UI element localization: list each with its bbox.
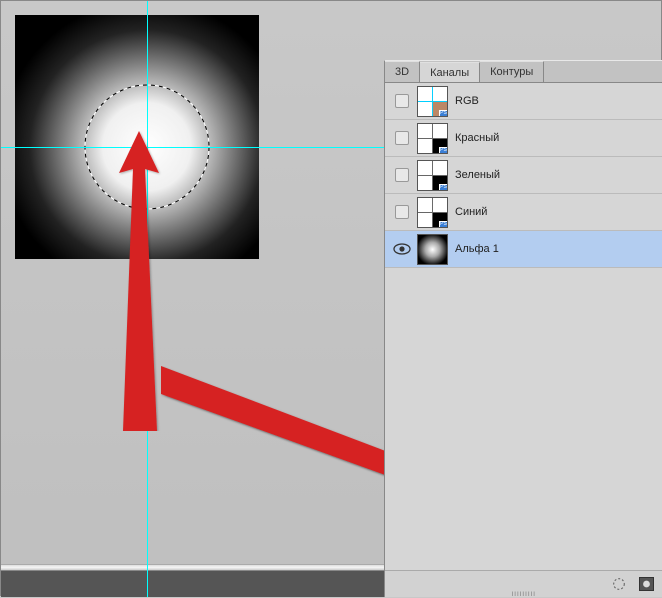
channel-label: RGB: [455, 95, 479, 107]
visibility-toggle[interactable]: [395, 168, 409, 182]
channels-panel: 3D Каналы Контуры PS RGB: [384, 60, 662, 597]
tab-3d[interactable]: 3D: [385, 61, 420, 82]
channel-row-green[interactable]: PS Зеленый: [385, 157, 662, 194]
channel-thumbnail: [417, 234, 448, 265]
channel-thumbnail: PS: [417, 123, 448, 154]
channel-thumbnail: PS: [417, 160, 448, 191]
document-canvas[interactable]: [15, 15, 259, 259]
channel-row-rgb[interactable]: PS RGB: [385, 83, 662, 120]
channel-label: Зеленый: [455, 169, 500, 181]
visibility-toggle[interactable]: [395, 94, 409, 108]
thumb-badge-icon: PS: [439, 221, 448, 228]
channel-list: PS RGB PS Красный: [385, 83, 662, 268]
guide-horizontal[interactable]: [1, 147, 385, 148]
load-selection-button[interactable]: [609, 575, 629, 593]
channel-thumbnail: PS: [417, 197, 448, 228]
thumb-badge-icon: PS: [439, 184, 448, 191]
channel-row-red[interactable]: PS Красный: [385, 120, 662, 157]
visibility-toggle[interactable]: [395, 205, 409, 219]
save-selection-as-channel-button[interactable]: [636, 575, 656, 593]
panel-grip-icon[interactable]: ııııııııı: [511, 589, 536, 598]
visibility-toggle[interactable]: [395, 131, 409, 145]
tab-channels[interactable]: Каналы: [420, 62, 480, 83]
panel-bottom-bar: ııııııııı: [385, 570, 662, 597]
channel-label: Альфа 1: [455, 243, 499, 255]
channel-thumbnail: PS: [417, 86, 448, 117]
channel-label: Синий: [455, 206, 487, 218]
channel-row-blue[interactable]: PS Синий: [385, 194, 662, 231]
channel-row-alpha1[interactable]: Альфа 1: [385, 231, 662, 268]
canvas-bottom-dark-area: [1, 571, 385, 597]
selection-dashed-circle-icon: [612, 577, 626, 591]
tab-paths[interactable]: Контуры: [480, 61, 544, 82]
thumb-badge-icon: PS: [439, 147, 448, 154]
panel-tabs: 3D Каналы Контуры: [385, 61, 662, 83]
canvas-bottom-border-highlight: [1, 564, 385, 571]
eye-icon[interactable]: [393, 243, 411, 255]
guide-vertical[interactable]: [147, 1, 148, 597]
thumb-badge-icon: PS: [439, 110, 448, 117]
mask-from-selection-icon: [639, 577, 654, 591]
channel-label: Красный: [455, 132, 499, 144]
